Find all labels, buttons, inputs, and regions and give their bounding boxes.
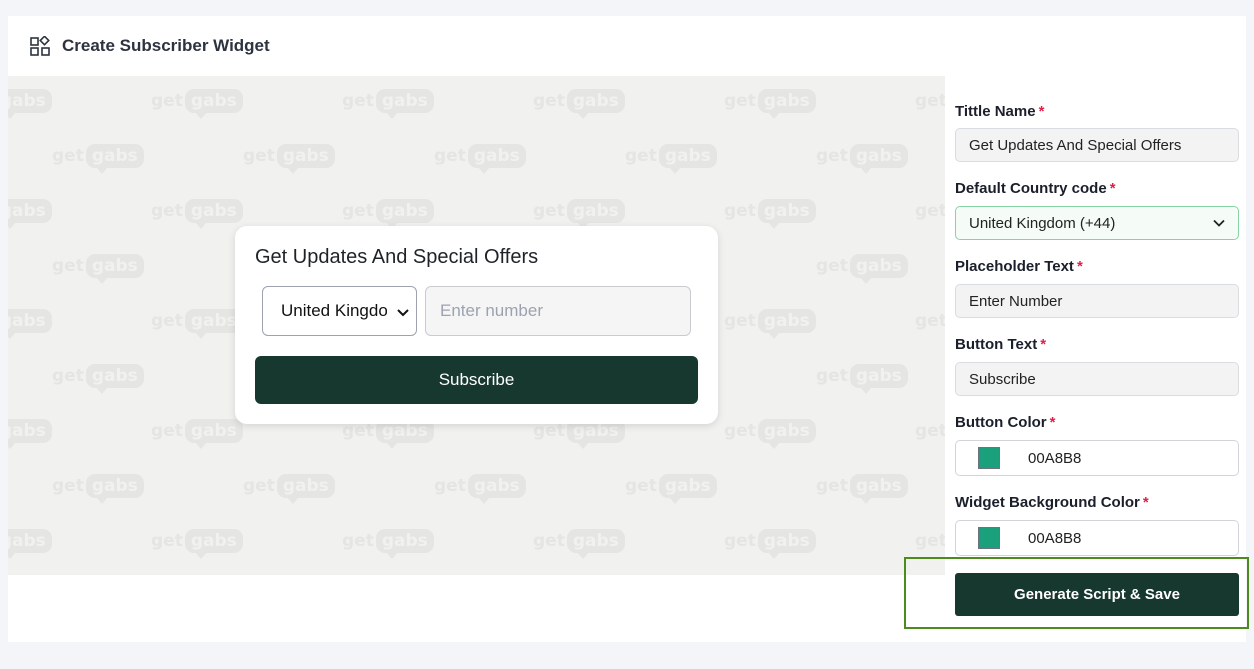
watermark-logo: getgabs [816,364,908,394]
widget-bg-color-value: 00A8B8 [1028,529,1082,547]
watermark-logo: getgabs [434,144,526,174]
watermark-logo: getgabs [434,474,526,504]
title-name-input[interactable]: Get Updates And Special Offers [955,128,1239,162]
watermark-logo: getgabs [151,89,243,119]
watermark-logo: getgabs [342,89,434,119]
watermark-logo: getgabs [915,199,945,223]
watermark-logo: getgabs [625,144,717,174]
widget-country-value: United Kingdo [281,301,387,320]
watermark-logo: getgabs [816,144,908,174]
placeholder-text-input[interactable]: Enter Number [955,284,1239,318]
watermark-logo: getgabs [8,419,52,449]
country-code-value: United Kingdom (+44) [969,214,1116,232]
button-color-value: 00A8B8 [1028,449,1082,467]
watermark-logo: getgabs [724,309,816,339]
watermark-logo: getgabs [915,419,945,443]
watermark-logo: getgabs [533,199,625,229]
watermark-logo: getgabs [625,474,717,504]
watermark-logo: getgabs [52,364,144,394]
watermark-logo: getgabs [816,474,908,504]
button-text-input[interactable]: Subscribe [955,362,1239,396]
subscriber-widget-preview: Get Updates And Special Offers United Ki… [235,226,718,424]
watermark-logo: getgabs [533,89,625,119]
widget-bg-color-label: Widget Background Color * [955,494,1149,511]
watermark-logo: getgabs [151,199,243,229]
watermark-logo: getgabs [151,419,243,449]
button-text-label: Button Text * [955,336,1047,353]
widget-title: Get Updates And Special Offers [255,246,539,268]
country-code-label: Default Country code * [955,180,1116,197]
button-color-label: Button Color * [955,414,1056,431]
watermark-logo: getgabs [243,474,335,504]
watermark-logo: getgabs [8,89,52,119]
button-color-swatch[interactable] [978,447,1000,469]
watermark-logo: getgabs [8,199,52,229]
title-name-label: Tittle Name * [955,103,1045,120]
watermark-logo: getgabs [915,89,945,113]
watermark-logo: getgabs [151,309,243,339]
button-color-field[interactable]: 00A8B8 [955,440,1239,476]
widget-country-select[interactable]: United Kingdo [262,286,417,336]
chevron-down-icon [396,304,410,324]
widget-bg-color-field[interactable]: 00A8B8 [955,520,1239,556]
widget-number-input[interactable]: Enter number [425,286,691,336]
watermark-logo: getgabs [52,144,144,174]
watermark-logo: getgabs [342,529,434,559]
watermark-logo: getgabs [915,529,945,553]
watermark-logo: getgabs [52,474,144,504]
page-title: Create Subscriber Widget [62,36,270,55]
watermark-logo: getgabs [724,89,816,119]
generate-script-save-button[interactable]: Generate Script & Save [955,573,1239,616]
watermark-logo: getgabs [533,529,625,559]
watermark-logo: getgabs [8,309,52,339]
widget-bg-color-swatch[interactable] [978,527,1000,549]
watermark-logo: getgabs [243,144,335,174]
widget-subscribe-button[interactable]: Subscribe [255,356,698,404]
watermark-logo: getgabs [915,309,945,333]
watermark-logo: getgabs [8,529,52,559]
watermark-logo: getgabs [724,199,816,229]
watermark-logo: getgabs [342,199,434,229]
watermark-logo: getgabs [151,529,243,559]
country-code-select[interactable]: United Kingdom (+44) [955,206,1239,240]
watermark-logo: getgabs [52,254,144,284]
watermark-logo: getgabs [724,529,816,559]
page-header: Create Subscriber Widget [8,16,1246,76]
widgets-icon [30,35,52,57]
watermark-logo: getgabs [816,254,908,284]
watermark-logo: getgabs [724,419,816,449]
chevron-down-icon [1212,216,1226,234]
placeholder-text-label: Placeholder Text * [955,258,1083,275]
